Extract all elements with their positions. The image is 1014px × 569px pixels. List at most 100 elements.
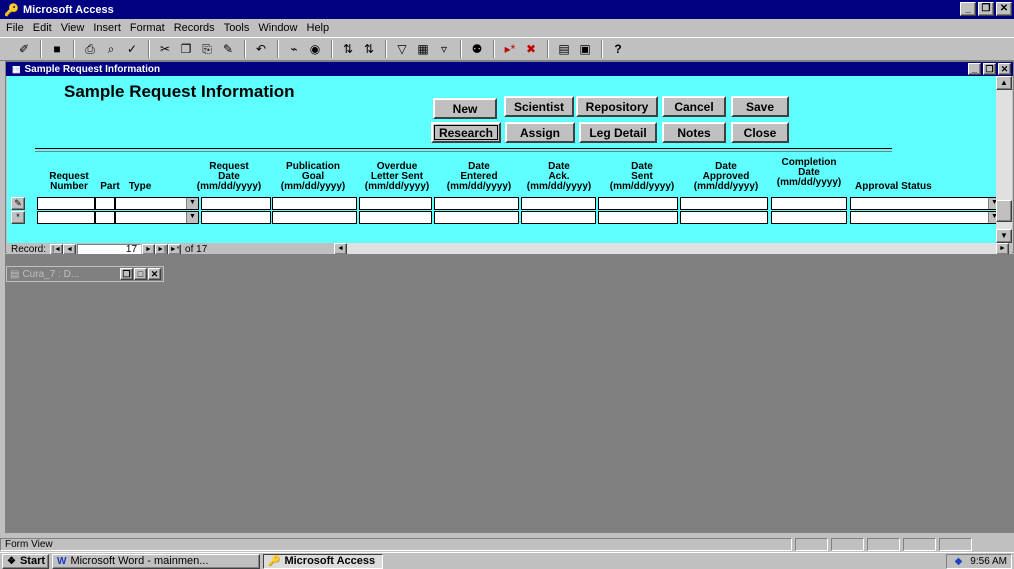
shield-icon[interactable]: ◆ bbox=[955, 556, 963, 567]
leg-detail-button[interactable]: Leg Detail bbox=[579, 122, 657, 143]
insert-hyperlink-icon[interactable]: ⌁ bbox=[284, 39, 304, 59]
view-icon[interactable]: ✐ bbox=[14, 39, 34, 59]
mini-close-button[interactable]: ✕ bbox=[148, 268, 161, 280]
minimized-database-window[interactable]: ▤ Cura_7 : D... ❒ □ ✕ bbox=[6, 266, 164, 282]
app-minimize-button[interactable]: _ bbox=[960, 2, 976, 16]
filter-by-form-icon[interactable]: ▦ bbox=[413, 39, 433, 59]
record-number-input[interactable]: 17 bbox=[77, 243, 142, 255]
mini-maximize-button[interactable]: □ bbox=[134, 268, 147, 280]
task-access-button[interactable]: 🔑 Microsoft Access bbox=[263, 553, 383, 569]
help-icon[interactable]: ? bbox=[608, 39, 628, 59]
overdue-letter-sent-field[interactable] bbox=[359, 211, 432, 224]
research-button[interactable]: Research bbox=[431, 122, 501, 143]
start-button[interactable]: ❖ Start bbox=[2, 553, 49, 569]
form-restore-button[interactable]: ❒ bbox=[983, 63, 996, 75]
scroll-thumb[interactable] bbox=[996, 200, 1012, 222]
scroll-down-icon[interactable]: ▼ bbox=[996, 229, 1012, 243]
app-titlebar: 🔑 Microsoft Access _ ❒ ✕ bbox=[0, 0, 1014, 19]
scientist-button[interactable]: Scientist bbox=[504, 96, 574, 117]
menu-tools[interactable]: Tools bbox=[224, 22, 250, 34]
delete-record-icon[interactable]: ✖ bbox=[521, 39, 541, 59]
overdue-letter-sent-field[interactable] bbox=[359, 197, 432, 210]
menu-format[interactable]: Format bbox=[130, 22, 165, 34]
approval-status-combo[interactable]: ▼ bbox=[850, 211, 997, 224]
new-record-icon[interactable]: ▸* bbox=[500, 39, 520, 59]
completion-date-field[interactable] bbox=[771, 211, 847, 224]
chevron-down-icon[interactable]: ▼ bbox=[186, 198, 198, 209]
date-entered-field[interactable] bbox=[434, 211, 519, 224]
task-word-button[interactable]: W Microsoft Word - mainmen... bbox=[52, 553, 260, 569]
part-field[interactable] bbox=[95, 211, 115, 224]
notes-button[interactable]: Notes bbox=[662, 122, 726, 143]
row-selector-new[interactable]: * bbox=[11, 211, 25, 224]
publication-goal-field[interactable] bbox=[272, 197, 357, 210]
form-close-button[interactable]: ✕ bbox=[998, 63, 1011, 75]
next-record-icon[interactable]: ► bbox=[142, 243, 156, 255]
date-ack-field[interactable] bbox=[521, 211, 596, 224]
approval-status-combo[interactable]: ▼ bbox=[850, 197, 997, 210]
menu-view[interactable]: View bbox=[61, 22, 85, 34]
sort-descending-icon[interactable]: ⇅ bbox=[359, 39, 379, 59]
paste-icon[interactable]: ⎘ bbox=[197, 39, 217, 59]
new-object-icon[interactable]: ▣ bbox=[575, 39, 595, 59]
save-button[interactable]: Save bbox=[731, 96, 789, 117]
type-combo[interactable]: ▼ bbox=[115, 197, 199, 210]
format-painter-icon[interactable]: ✎ bbox=[218, 39, 238, 59]
part-field[interactable] bbox=[95, 197, 115, 210]
date-approved-field[interactable] bbox=[680, 211, 768, 224]
request-number-field[interactable] bbox=[37, 197, 95, 210]
chevron-down-icon[interactable]: ▼ bbox=[186, 212, 198, 223]
date-ack-field[interactable] bbox=[521, 197, 596, 210]
date-approved-field[interactable] bbox=[680, 197, 768, 210]
vertical-scrollbar[interactable]: ▲ ▼ bbox=[996, 76, 1012, 243]
cut-icon[interactable]: ✂ bbox=[155, 39, 175, 59]
filter-by-selection-icon[interactable]: ▽ bbox=[392, 39, 412, 59]
apply-filter-icon[interactable]: ▿ bbox=[434, 39, 454, 59]
menu-insert[interactable]: Insert bbox=[93, 22, 121, 34]
date-sent-field[interactable] bbox=[598, 211, 678, 224]
app-close-button[interactable]: ✕ bbox=[996, 2, 1012, 16]
request-number-field[interactable] bbox=[37, 211, 95, 224]
first-record-icon[interactable]: |◄ bbox=[50, 243, 64, 255]
menu-records[interactable]: Records bbox=[174, 22, 215, 34]
scroll-up-icon[interactable]: ▲ bbox=[996, 76, 1012, 90]
last-record-icon[interactable]: ►| bbox=[155, 243, 169, 255]
database-window-icon[interactable]: ▤ bbox=[554, 39, 574, 59]
date-entered-field[interactable] bbox=[434, 197, 519, 210]
clock[interactable]: 9:56 AM bbox=[970, 556, 1007, 567]
publication-goal-field[interactable] bbox=[272, 211, 357, 224]
new-button[interactable]: New bbox=[433, 98, 497, 119]
row-selector-current[interactable]: ✎ bbox=[11, 197, 25, 210]
menu-help[interactable]: Help bbox=[307, 22, 330, 34]
undo-icon[interactable]: ↶ bbox=[251, 39, 271, 59]
menu-window[interactable]: Window bbox=[258, 22, 297, 34]
repository-button[interactable]: Repository bbox=[576, 96, 658, 117]
print-preview-icon[interactable]: ⌕ bbox=[101, 39, 121, 59]
header-divider bbox=[35, 148, 892, 152]
copy-icon[interactable]: ❐ bbox=[176, 39, 196, 59]
close-button[interactable]: Close bbox=[731, 122, 789, 143]
form-minimize-button[interactable]: _ bbox=[968, 63, 981, 75]
completion-date-field[interactable] bbox=[771, 197, 847, 210]
type-combo[interactable]: ▼ bbox=[115, 211, 199, 224]
cancel-button[interactable]: Cancel bbox=[662, 96, 726, 117]
word-icon: W bbox=[57, 555, 67, 567]
save-icon[interactable]: ■ bbox=[47, 39, 67, 59]
col-header-request-number: Request Number bbox=[49, 171, 89, 192]
request-date-field[interactable] bbox=[201, 211, 271, 224]
spelling-icon[interactable]: ✓ bbox=[122, 39, 142, 59]
sort-ascending-icon[interactable]: ⇅ bbox=[338, 39, 358, 59]
assign-button[interactable]: Assign bbox=[505, 122, 575, 143]
mini-restore-button[interactable]: ❒ bbox=[120, 268, 133, 280]
new-record-nav-icon[interactable]: ►* bbox=[168, 243, 182, 255]
web-toolbar-icon[interactable]: ◉ bbox=[305, 39, 325, 59]
previous-record-icon[interactable]: ◄ bbox=[63, 243, 77, 255]
date-sent-field[interactable] bbox=[598, 197, 678, 210]
status-bar: Form View bbox=[0, 537, 1014, 551]
request-date-field[interactable] bbox=[201, 197, 271, 210]
find-icon[interactable]: ⚉ bbox=[467, 39, 487, 59]
app-restore-button[interactable]: ❒ bbox=[978, 2, 994, 16]
print-icon[interactable]: ⎙ bbox=[80, 39, 100, 59]
menu-edit[interactable]: Edit bbox=[33, 22, 52, 34]
menu-file[interactable]: File bbox=[6, 22, 24, 34]
